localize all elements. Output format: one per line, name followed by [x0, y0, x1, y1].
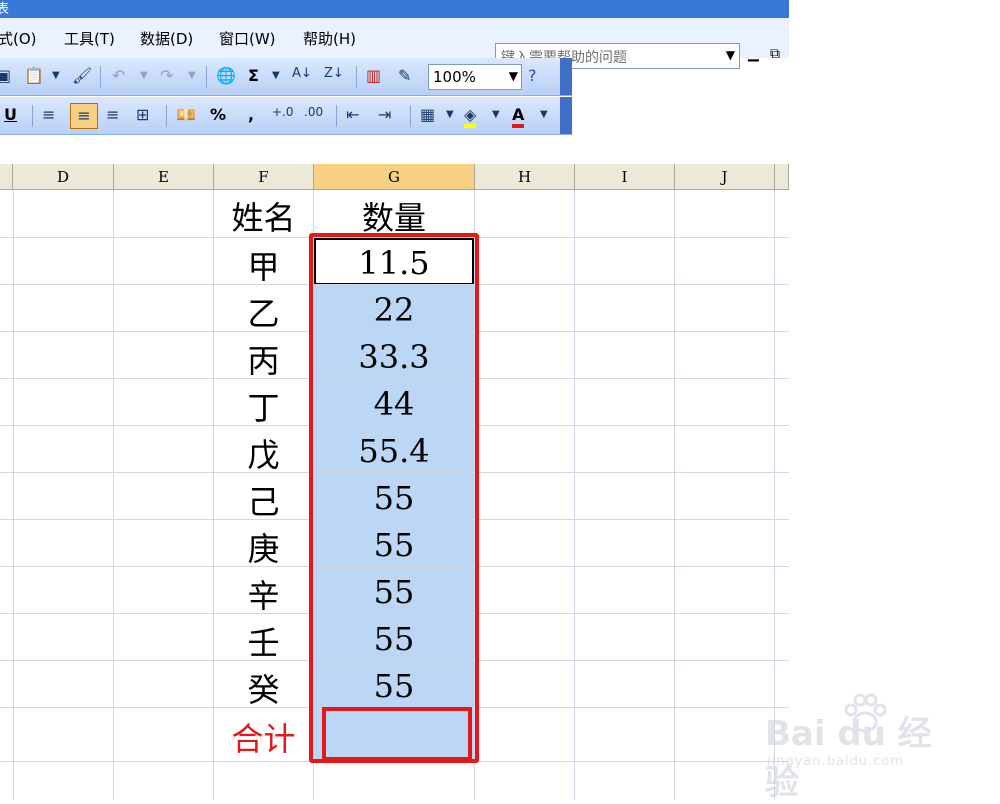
- chevron-down-icon[interactable]: ▼: [140, 70, 148, 81]
- chevron-down-icon[interactable]: ▼: [509, 69, 518, 83]
- chevron-down-icon[interactable]: ▼: [272, 70, 280, 81]
- gridline: [674, 190, 675, 800]
- decrease-indent-icon[interactable]: ⇤: [346, 105, 359, 124]
- align-center-icon[interactable]: ≡: [70, 103, 98, 129]
- standard-toolbar: ▣ 📋 ▼ 🖌 ↶ ▼ ↷ ▼ 🌐 Σ ▼ A↓ Z↓ ▥ ✎ 100% ▼ ?: [0, 58, 572, 96]
- total-label-cell[interactable]: 合计: [214, 714, 313, 760]
- autosum-icon[interactable]: Σ: [248, 66, 259, 85]
- help-icon[interactable]: ?: [528, 66, 537, 85]
- increase-decimal-icon[interactable]: +.0: [272, 105, 294, 119]
- column-header-e[interactable]: E: [114, 164, 214, 190]
- column-header-d[interactable]: D: [13, 164, 114, 190]
- toolbar-options-handle[interactable]: [560, 58, 572, 95]
- toolbar-divider: [410, 105, 411, 127]
- decrease-decimal-icon[interactable]: .00: [304, 105, 323, 119]
- column-header-f[interactable]: F: [214, 164, 314, 190]
- hyperlink-icon[interactable]: 🌐: [216, 66, 236, 85]
- undo-icon[interactable]: ↶: [112, 66, 125, 85]
- toolbar-divider: [336, 105, 337, 127]
- watermark-url: jingyan.baidu.com: [767, 754, 904, 769]
- merge-center-icon[interactable]: ⊞: [136, 105, 149, 124]
- toolbar-divider: [206, 66, 207, 88]
- highlight-box-total-cell: [322, 707, 472, 761]
- restore-icon[interactable]: ⧉: [770, 46, 780, 62]
- percent-style-button[interactable]: %: [210, 105, 226, 124]
- menu-help[interactable]: 帮助(H): [303, 28, 356, 49]
- toolbar-divider: [100, 66, 101, 88]
- gridline: [574, 190, 575, 800]
- borders-icon[interactable]: ▦: [420, 105, 435, 124]
- formula-bar-area: [0, 136, 789, 164]
- name-cell[interactable]: 癸: [214, 665, 313, 711]
- chevron-down-icon[interactable]: ▼: [446, 109, 454, 120]
- name-cell[interactable]: 丁: [214, 383, 313, 429]
- chart-wizard-icon[interactable]: ▥: [366, 66, 381, 85]
- increase-indent-icon[interactable]: ⇥: [378, 105, 391, 124]
- align-right-icon[interactable]: ≡: [106, 105, 119, 124]
- comma-style-button[interactable]: ,: [248, 105, 254, 124]
- column-header-h[interactable]: H: [475, 164, 575, 190]
- chevron-down-icon[interactable]: ▼: [540, 109, 548, 120]
- column-header-g[interactable]: G: [314, 164, 475, 190]
- paste-icon[interactable]: 📋: [24, 66, 44, 85]
- zoom-select[interactable]: 100% ▼: [428, 64, 522, 90]
- column-header-stub[interactable]: [0, 164, 13, 190]
- column-header-i[interactable]: I: [575, 164, 675, 190]
- baidu-watermark: Bai du 经验 jingyan.baidu.com: [765, 688, 965, 803]
- format-painter-icon[interactable]: 🖌: [72, 66, 92, 85]
- chevron-down-icon[interactable]: ▼: [188, 70, 196, 81]
- name-cell[interactable]: 丙: [214, 336, 313, 382]
- font-color-icon[interactable]: A: [512, 105, 525, 128]
- menu-format[interactable]: 式(O): [0, 28, 37, 49]
- name-cell[interactable]: 戊: [214, 430, 313, 476]
- name-cell[interactable]: 壬: [214, 618, 313, 664]
- chevron-down-icon[interactable]: ▼: [52, 70, 60, 81]
- zoom-value: 100%: [433, 68, 476, 86]
- menu-tools[interactable]: 工具(T): [64, 28, 115, 49]
- highlight-box-quantity-range: [309, 233, 479, 763]
- window-title: 表: [0, 2, 10, 17]
- minimize-icon[interactable]: ▁: [748, 46, 759, 62]
- name-cell[interactable]: 甲: [214, 242, 313, 288]
- chevron-down-icon[interactable]: ▼: [492, 109, 500, 120]
- toolbar-divider: [356, 66, 357, 88]
- gridline: [113, 190, 114, 800]
- gridline: [13, 190, 14, 800]
- copy-icon[interactable]: ▣: [0, 66, 11, 85]
- name-cell[interactable]: 庚: [214, 524, 313, 570]
- drawing-icon[interactable]: ✎: [398, 66, 411, 85]
- currency-icon[interactable]: 💴: [176, 105, 196, 124]
- toolbar-divider: [32, 105, 33, 127]
- menu-data[interactable]: 数据(D): [140, 28, 193, 49]
- formatting-toolbar: U ≡ ≡ ≡ ⊞ 💴 % , +.0 .00 ⇤ ⇥ ▦ ▼ ◈ ▼ A ▼: [0, 97, 572, 135]
- fill-color-icon[interactable]: ◈: [464, 105, 477, 128]
- name-cell[interactable]: 乙: [214, 289, 313, 335]
- underline-button[interactable]: U: [4, 105, 17, 124]
- name-cell[interactable]: 己: [214, 477, 313, 523]
- toolbar-options-handle[interactable]: [560, 97, 572, 134]
- column-header-k[interactable]: [775, 164, 789, 190]
- chevron-down-icon[interactable]: ▼: [726, 48, 735, 62]
- toolbar-divider: [166, 105, 167, 127]
- header-name-cell[interactable]: 姓名: [214, 193, 313, 239]
- redo-icon[interactable]: ↷: [160, 66, 173, 85]
- align-left-icon[interactable]: ≡: [42, 105, 55, 124]
- menu-bar: 式(O) 工具(T) 数据(D) 窗口(W) 帮助(H) 键入需要帮助的问题 ▼…: [0, 18, 789, 69]
- title-bar: 表: [0, 0, 789, 18]
- sort-descending-icon[interactable]: Z↓: [324, 66, 344, 81]
- menu-window[interactable]: 窗口(W): [219, 28, 276, 49]
- sort-ascending-icon[interactable]: A↓: [292, 66, 312, 81]
- name-cell[interactable]: 辛: [214, 571, 313, 617]
- column-header-j[interactable]: J: [675, 164, 775, 190]
